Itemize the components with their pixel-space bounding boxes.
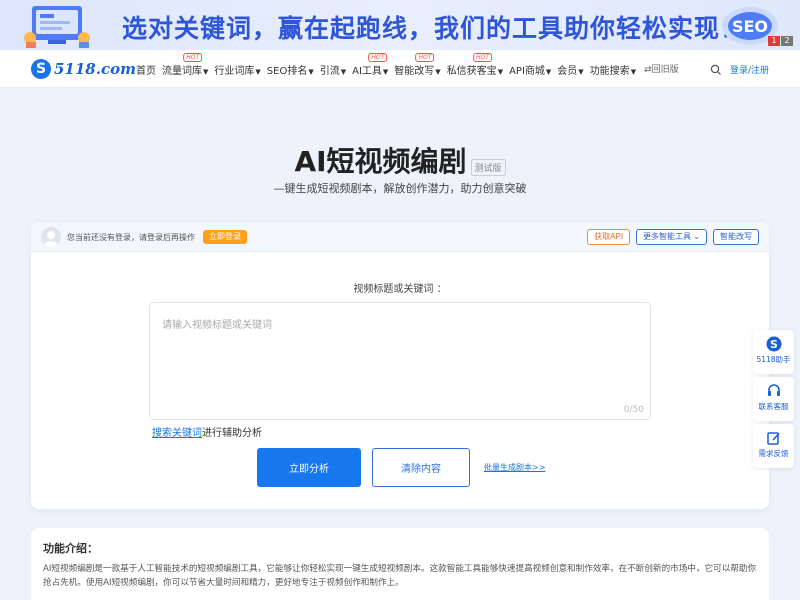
nav-item-0[interactable]: 首页 <box>136 62 156 77</box>
header-actions: 获取API 更多智能工具 ⌄ 智能改写 <box>587 229 759 245</box>
input-label: 视频标题或关键词 ： <box>353 284 447 295</box>
beta-badge: 测试版 <box>470 158 506 176</box>
float-assistant-button[interactable]: S 5118助手 <box>753 330 794 374</box>
hot-badge: HOT <box>368 53 388 62</box>
assist-text: 进行辅助分析 <box>202 428 262 439</box>
caret-down-icon: ▼ <box>435 68 441 76</box>
logo-text: 5118.com <box>54 60 136 78</box>
caret-down-icon: ▼ <box>203 68 209 76</box>
nav-item-6[interactable]: 智能改写▼ HOT <box>394 53 441 77</box>
logo-icon: S <box>31 59 51 79</box>
caret-down-icon: ▼ <box>630 68 637 76</box>
page-subtitle: —键生成短视频剧本，解放创作潜力，助力创意突破 <box>273 182 527 195</box>
nav-item-label: AI工具 <box>352 66 382 77</box>
float-feedback-label: 需求反馈 <box>758 449 789 458</box>
headset-icon <box>767 384 780 396</box>
caret-down-icon: ▼ <box>255 68 261 76</box>
title-input-box: 0/50 <box>149 302 651 420</box>
nav-item-label: SEO排名 <box>266 66 308 77</box>
search-keyword-link[interactable]: 搜索关键词 <box>152 428 202 439</box>
float-support-label: 联系客服 <box>758 402 789 411</box>
banner-slogan: 选对关键词，赢在起跑线，我们的工具助你轻松实现！ <box>122 14 747 43</box>
nav-item-label: 首页 <box>136 66 156 77</box>
banner-page-2[interactable]: 2 <box>781 36 793 46</box>
hot-badge: HOT <box>183 53 203 62</box>
intro-heading: 功能介绍： <box>43 542 98 555</box>
hot-badge: HOT <box>415 53 435 62</box>
login-register-link[interactable]: 登录/注册 <box>730 63 769 76</box>
caret-down-icon: ▼ <box>497 68 504 76</box>
assist-hint: 搜索关键词进行辅助分析 <box>152 424 262 439</box>
page-title: AI短视频编剧 测试版 <box>0 140 800 180</box>
nav-item-label: 私信获客宝 <box>446 66 497 77</box>
login-tip: 您当前还没有登录，请登录后再操作 <box>67 233 195 242</box>
float-feedback-button[interactable]: 需求反馈 <box>753 424 794 468</box>
main-menu: 首页 流量词库▼ HOT 行业词库▼ SEO排名▼ 引流▼ AI工具▼ HOT 智能改写▼ HOT… <box>136 53 679 77</box>
char-counter: 0/50 <box>623 405 644 415</box>
more-tools-label: 更多智能工具 <box>643 232 692 241</box>
smart-rewrite-button[interactable]: 智能改写 <box>713 229 759 245</box>
clear-button[interactable]: 清除内容 <box>372 448 470 487</box>
caret-down-icon: ▼ <box>308 68 314 76</box>
logo[interactable]: S 5118.com <box>31 59 136 79</box>
intro-text: AI短视频编剧是一款基于人工智能技术的短视频编剧工具，它能够让你轻松实现一键生成… <box>43 564 757 588</box>
analyze-button[interactable]: 立即分析 <box>257 448 361 487</box>
banner-pager[interactable]: 1 2 <box>768 36 793 46</box>
nav-item-5[interactable]: AI工具▼ HOT <box>352 53 389 77</box>
old-version-link[interactable]: ⇄回旧版 <box>644 62 679 77</box>
nav-item-1[interactable]: 流量词库▼ HOT <box>162 53 209 77</box>
nav-item-label: 引流 <box>319 66 340 77</box>
nav-item-8[interactable]: API商城▼ <box>509 62 551 77</box>
login-button[interactable]: 立即登录 <box>203 230 247 244</box>
banner-page-1[interactable]: 1 <box>768 36 780 46</box>
nav-item-label: 流量词库 <box>162 66 202 77</box>
edit-icon <box>766 432 780 445</box>
nav-item-label: API商城 <box>509 66 545 77</box>
top-banner[interactable]: 选对关键词，赢在起跑线，我们的工具助你轻松实现！ SEO 1 2 <box>0 0 800 50</box>
caret-down-icon: ▼ <box>382 68 389 76</box>
nav-item-label: 行业词库 <box>214 66 255 77</box>
nav-item-10[interactable]: 功能搜索▼ <box>590 62 636 77</box>
banner-illustration-left <box>24 6 90 48</box>
chevron-down-icon: ⌄ <box>693 232 700 241</box>
caret-down-icon: ▼ <box>340 68 347 76</box>
batch-generate-link[interactable]: 批量生成剧本>> <box>484 462 545 473</box>
feature-intro: 功能介绍： AI短视频编剧是一款基于人工智能技术的短视频编剧工具，它能够让你轻松… <box>31 528 769 600</box>
float-support-button[interactable]: 联系客服 <box>753 377 794 421</box>
avatar <box>41 227 61 247</box>
more-tools-button[interactable]: 更多智能工具 ⌄ <box>636 229 707 245</box>
nav-right: 登录/注册 <box>710 63 769 76</box>
logo-icon: S <box>766 336 781 352</box>
nav-item-3[interactable]: SEO排名▼ <box>267 62 314 77</box>
tool-card: 您当前还没有登录，请登录后再操作 立即登录 获取API 更多智能工具 ⌄ 智能改… <box>31 222 769 509</box>
nav-item-2[interactable]: 行业词库▼ <box>214 62 260 77</box>
search-icon[interactable] <box>710 64 722 76</box>
card-header: 您当前还没有登录，请登录后再操作 立即登录 获取API 更多智能工具 ⌄ 智能改… <box>31 222 769 252</box>
nav-item-label: 功能搜索 <box>589 66 630 77</box>
title-input[interactable] <box>150 303 650 419</box>
caret-down-icon: ▼ <box>578 68 584 76</box>
nav-item-9[interactable]: 会员▼ <box>557 62 583 77</box>
seo-badge-text: SEO <box>732 17 768 36</box>
float-assistant-label: 5118助手 <box>756 355 791 364</box>
nav-item-label: 智能改写 <box>394 66 435 77</box>
top-nav: S 5118.com 首页 流量词库▼ HOT 行业词库▼ SEO排名▼ 引流▼ AI工具▼… <box>0 50 800 88</box>
caret-down-icon: ▼ <box>545 68 552 76</box>
nav-item-7[interactable]: 私信获客宝▼ HOT <box>446 53 504 77</box>
nav-item-4[interactable]: 引流▼ <box>320 62 346 77</box>
hot-badge: HOT <box>472 53 492 62</box>
svg-text:S: S <box>770 338 778 351</box>
page-title-text: AI短视频编剧 <box>294 145 467 178</box>
nav-item-label: 会员 <box>557 66 578 77</box>
get-api-button[interactable]: 获取API <box>587 229 631 245</box>
